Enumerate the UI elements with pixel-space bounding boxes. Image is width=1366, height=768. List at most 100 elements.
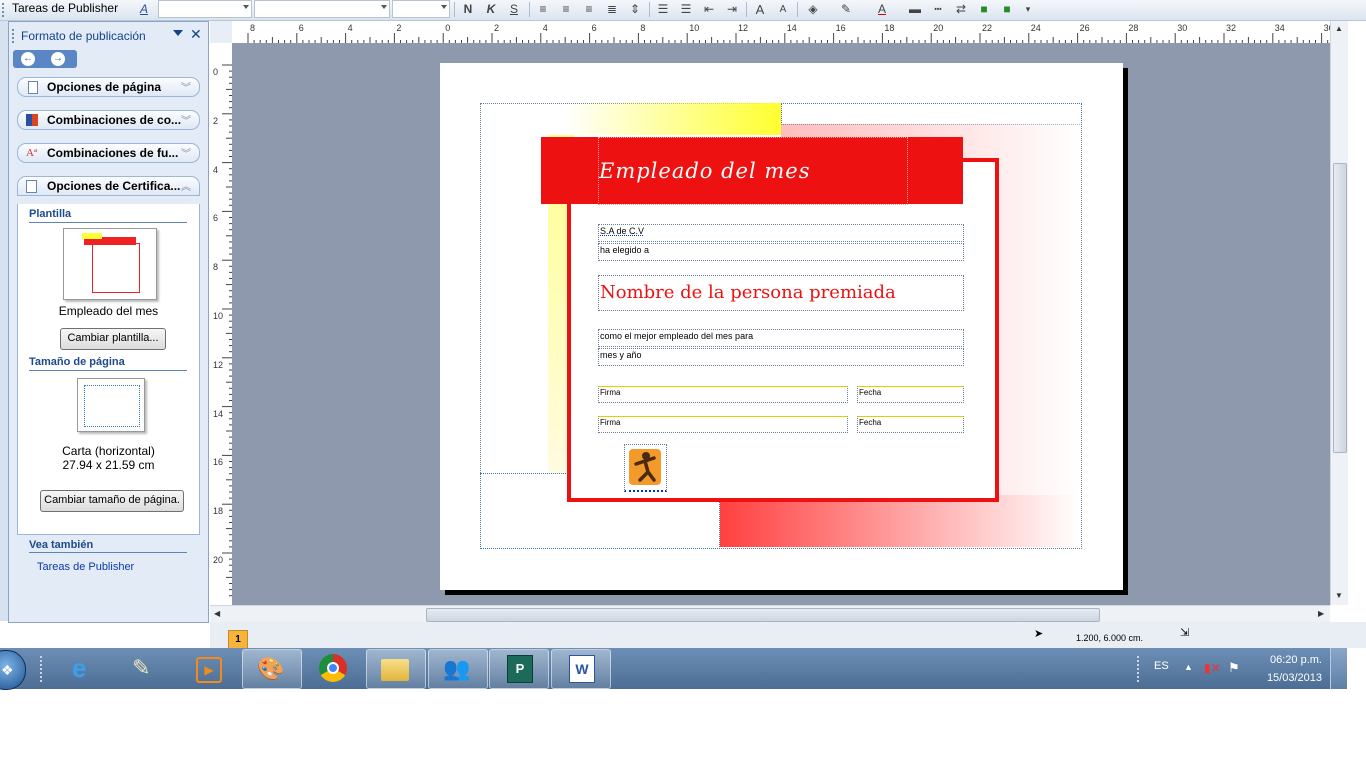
line-spacing-icon[interactable]: ⇕: [625, 1, 645, 18]
ruler-corner[interactable]: [210, 21, 233, 44]
forward-icon[interactable]: →: [51, 52, 65, 66]
date-field-2[interactable]: Fecha: [857, 416, 964, 433]
grow-font-button[interactable]: A: [750, 1, 770, 18]
taskbar-messenger[interactable]: 👥: [428, 649, 488, 689]
dash-style-icon[interactable]: ┅: [928, 1, 948, 18]
section-color-schemes[interactable]: Combinaciones de co... ︾: [17, 110, 200, 130]
horizontal-scroll-thumb[interactable]: [426, 608, 1100, 622]
align-left-icon[interactable]: ≡: [533, 1, 553, 18]
signature-field-2[interactable]: Firma: [598, 416, 848, 433]
styles-icon[interactable]: A: [134, 1, 154, 18]
increase-indent-icon[interactable]: ⇥: [722, 1, 742, 18]
start-button[interactable]: ❖: [0, 650, 26, 690]
3d-style-icon[interactable]: ■: [997, 1, 1017, 18]
taskbar-tools[interactable]: ✎: [118, 649, 176, 687]
chrome-icon: [319, 654, 347, 682]
shrink-font-button[interactable]: A: [773, 1, 793, 18]
signature-field-1[interactable]: Firma: [598, 386, 848, 403]
section-font-schemes[interactable]: Aª Combinaciones de fu... ︾: [17, 143, 200, 163]
scroll-left-icon[interactable]: ◀: [214, 609, 220, 618]
ruler-number: 16: [213, 457, 224, 468]
style-combo[interactable]: [158, 0, 252, 18]
italic-button[interactable]: K: [481, 1, 501, 18]
taskbar-chrome[interactable]: [305, 649, 363, 687]
scroll-up-icon[interactable]: ▲: [1335, 24, 1343, 33]
publication-workspace[interactable]: Empleado del mes S.A de C.V ha elegido a…: [232, 43, 1330, 605]
arrow-style-icon[interactable]: ⇄: [951, 1, 971, 18]
date-label: Fecha: [859, 418, 882, 427]
taskbar-internet-explorer[interactable]: e: [58, 649, 116, 687]
page-options-icon: [28, 81, 38, 94]
language-indicator[interactable]: ES: [1154, 660, 1169, 672]
line-color-icon[interactable]: ✎: [836, 1, 856, 18]
toolbar-options-icon[interactable]: ▾: [1018, 1, 1038, 18]
title-banner[interactable]: Empleado del mes: [541, 137, 963, 205]
chosen-textbox[interactable]: ha elegido a: [598, 243, 964, 261]
reason-textbox[interactable]: como el mejor empleado del mes para: [598, 329, 964, 347]
scroll-down-icon[interactable]: ▼: [1335, 591, 1343, 600]
taskbar-paint[interactable]: 🎨: [242, 649, 302, 689]
taskbar-grip[interactable]: [40, 656, 45, 682]
action-center-icon[interactable]: ⚑: [1228, 660, 1240, 676]
numbering-icon[interactable]: ☰: [653, 1, 673, 18]
network-icon[interactable]: ▮✕: [1204, 661, 1221, 675]
taskbar-word[interactable]: W: [551, 649, 611, 689]
task-pane-toolbar-button[interactable]: Tareas de Publisher: [2, 0, 118, 20]
certificate-page[interactable]: Empleado del mes S.A de C.V ha elegido a…: [440, 63, 1123, 590]
close-icon[interactable]: ✕: [190, 26, 202, 43]
shadow-style-icon[interactable]: ■: [974, 1, 994, 18]
font-size-combo[interactable]: [392, 0, 450, 18]
ruler-number: 12: [738, 23, 749, 33]
template-thumbnail[interactable]: [63, 228, 157, 300]
tray-grip[interactable]: [1137, 656, 1142, 682]
pane-menu-icon[interactable]: [173, 30, 183, 36]
see-also-link[interactable]: Tareas de Publisher: [37, 561, 134, 573]
taskbar-media-player[interactable]: ▶: [178, 649, 236, 687]
date-field-1[interactable]: Fecha: [857, 386, 964, 403]
section-page-options[interactable]: Opciones de página ︾: [17, 77, 200, 97]
taskbar-publisher[interactable]: P: [489, 649, 549, 689]
vertical-scroll-thumb[interactable]: [1333, 163, 1347, 453]
emblem-frame[interactable]: [624, 444, 667, 492]
signature-label: Firma: [600, 418, 621, 427]
scroll-right-icon[interactable]: ▶: [1318, 609, 1324, 618]
fill-color-icon[interactable]: ◈: [803, 1, 823, 18]
change-template-button[interactable]: Cambiar plantilla...: [60, 328, 166, 350]
underline-button[interactable]: S: [504, 1, 524, 18]
company-textbox[interactable]: S.A de C.V: [598, 224, 964, 242]
align-center-icon[interactable]: ≡: [556, 1, 576, 18]
ruler-number: 22: [982, 23, 993, 33]
clock-time[interactable]: 06:20 p.m.: [1250, 654, 1322, 666]
vertical-ruler[interactable]: 0 2 4 6 8 10 12 14 16 18 20: [210, 43, 233, 603]
bullets-icon[interactable]: ☰: [676, 1, 696, 18]
ruler-number: 10: [213, 311, 224, 321]
clock-date[interactable]: 15/03/2013: [1250, 672, 1322, 684]
taskbar-explorer[interactable]: [366, 649, 426, 689]
line-style-icon[interactable]: ▬: [905, 1, 925, 18]
show-desktop-button[interactable]: [1330, 648, 1347, 689]
vertical-scrollbar[interactable]: ▲ ▼: [1330, 21, 1348, 605]
font-name-combo[interactable]: [254, 0, 390, 18]
expand-icon: ︾: [181, 83, 191, 94]
page-number-indicator[interactable]: 1: [228, 630, 248, 650]
bold-button[interactable]: N: [458, 1, 478, 18]
horizontal-ruler[interactable]: 8642024681012141618202224262830323436: [232, 21, 1330, 44]
period-textbox[interactable]: mes y año: [598, 348, 964, 366]
recipient-textbox[interactable]: Nombre de la persona premiada: [598, 275, 964, 311]
mouse-pointer-icon: ➤: [1034, 628, 1044, 640]
section-certificate-options[interactable]: Opciones de Certifica... ︽: [17, 176, 200, 196]
tools-icon: ✎: [132, 655, 151, 680]
horizontal-scrollbar[interactable]: ◀ ▶: [210, 605, 1330, 623]
align-right-icon[interactable]: ≡: [579, 1, 599, 18]
page-size-thumbnail[interactable]: [77, 378, 145, 432]
back-icon[interactable]: ←: [21, 52, 35, 66]
show-hidden-icons-icon[interactable]: ▲: [1184, 662, 1193, 672]
ruler-number: 8: [213, 262, 219, 273]
decrease-indent-icon[interactable]: ⇤: [699, 1, 719, 18]
change-page-size-button[interactable]: Cambiar tamaño de página.: [40, 490, 184, 512]
pane-grip[interactable]: [12, 29, 17, 43]
font-schemes-icon: Aª: [26, 147, 37, 159]
font-color-button[interactable]: A: [872, 1, 892, 18]
justify-icon[interactable]: ≣: [602, 1, 622, 18]
status-bar: 1 ➤ 1.200, 6.000 cm. ⇲: [210, 622, 1366, 650]
